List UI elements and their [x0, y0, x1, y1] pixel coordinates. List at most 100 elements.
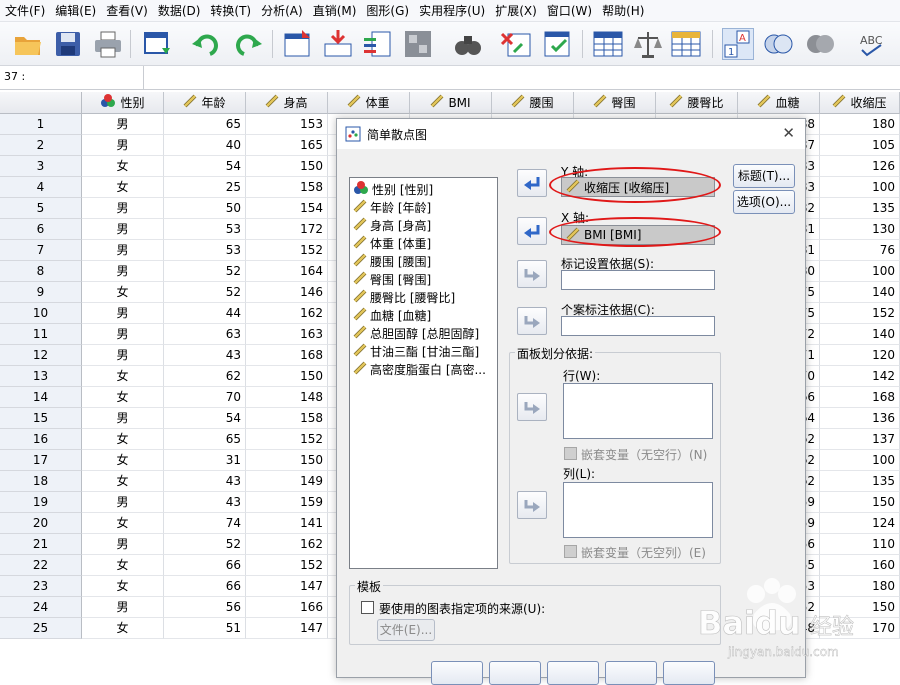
- menu-item[interactable]: 图形(G): [361, 2, 414, 19]
- options-button[interactable]: 选项(O)...: [733, 190, 795, 214]
- table-cell[interactable]: 男: [82, 345, 164, 366]
- column-header[interactable]: 性别: [82, 92, 164, 114]
- table-cell[interactable]: 154: [246, 198, 328, 219]
- variable-list-item[interactable]: 臀围 [臀围]: [353, 270, 494, 288]
- table-cell[interactable]: 男: [82, 114, 164, 135]
- columns-field[interactable]: [563, 482, 713, 538]
- table-cell[interactable]: 男: [82, 303, 164, 324]
- row-number[interactable]: 23: [0, 576, 82, 597]
- menu-item[interactable]: 数据(D): [153, 2, 206, 19]
- table-cell[interactable]: 152: [246, 555, 328, 576]
- split-file-icon[interactable]: [592, 28, 624, 60]
- undo-icon[interactable]: [190, 28, 222, 60]
- recall-dialog-icon[interactable]: [142, 28, 174, 60]
- table-cell[interactable]: 100: [820, 177, 900, 198]
- move-to-x-axis-button[interactable]: [517, 217, 547, 245]
- menu-item[interactable]: 实用程序(U): [414, 2, 490, 19]
- table-cell[interactable]: 140: [820, 324, 900, 345]
- row-number[interactable]: 6: [0, 219, 82, 240]
- row-number[interactable]: 12: [0, 345, 82, 366]
- row-number[interactable]: 19: [0, 492, 82, 513]
- table-cell[interactable]: 男: [82, 219, 164, 240]
- use-sets-icon[interactable]: [762, 28, 794, 60]
- table-cell[interactable]: 152: [820, 303, 900, 324]
- move-to-y-axis-button[interactable]: [517, 169, 547, 197]
- table-cell[interactable]: 147: [246, 618, 328, 639]
- cancel-button[interactable]: [605, 661, 657, 685]
- table-cell[interactable]: 163: [246, 324, 328, 345]
- table-cell[interactable]: 100: [820, 450, 900, 471]
- table-cell[interactable]: 女: [82, 471, 164, 492]
- row-number[interactable]: 20: [0, 513, 82, 534]
- variable-list-item[interactable]: 血糖 [血糖]: [353, 306, 494, 324]
- table-cell[interactable]: 166: [246, 597, 328, 618]
- save-icon[interactable]: [52, 28, 84, 60]
- column-header[interactable]: 体重: [328, 92, 410, 114]
- menu-item[interactable]: 帮助(H): [597, 2, 649, 19]
- column-header[interactable]: 腰臀比: [656, 92, 738, 114]
- menu-item[interactable]: 分析(A): [256, 2, 308, 19]
- table-cell[interactable]: 105: [820, 135, 900, 156]
- table-cell[interactable]: 女: [82, 177, 164, 198]
- table-cell[interactable]: 女: [82, 366, 164, 387]
- column-header[interactable]: 年龄: [164, 92, 246, 114]
- table-cell[interactable]: 168: [246, 345, 328, 366]
- goto-case-icon[interactable]: [282, 28, 314, 60]
- table-cell[interactable]: 130: [820, 219, 900, 240]
- spell-check-icon[interactable]: ABC: [858, 28, 890, 60]
- show-all-variables-icon[interactable]: [804, 28, 836, 60]
- source-variable-list[interactable]: 性别 [性别] 年龄 [年龄] 身高 [身高] 体重 [体重] 腰围 [腰围] 臀围 [臀…: [349, 177, 498, 569]
- table-cell[interactable]: 135: [820, 198, 900, 219]
- variable-list-item[interactable]: 年龄 [年龄]: [353, 198, 494, 216]
- row-number[interactable]: 5: [0, 198, 82, 219]
- row-number[interactable]: 24: [0, 597, 82, 618]
- row-number[interactable]: 13: [0, 366, 82, 387]
- template-checkbox[interactable]: [361, 601, 374, 614]
- variable-list-item[interactable]: 高密度脂蛋白 [高密...: [353, 360, 494, 378]
- table-cell[interactable]: 男: [82, 240, 164, 261]
- variable-list-item[interactable]: 甘油三酯 [甘油三酯]: [353, 342, 494, 360]
- table-cell[interactable]: 56: [164, 597, 246, 618]
- find-icon[interactable]: [452, 28, 484, 60]
- value-labels-icon[interactable]: A1: [722, 28, 754, 60]
- variable-list-item[interactable]: 体重 [体重]: [353, 234, 494, 252]
- table-cell[interactable]: 168: [820, 387, 900, 408]
- table-cell[interactable]: 65: [164, 114, 246, 135]
- table-cell[interactable]: 男: [82, 534, 164, 555]
- table-cell[interactable]: 170: [820, 618, 900, 639]
- row-number[interactable]: 17: [0, 450, 82, 471]
- variable-list-item[interactable]: 身高 [身高]: [353, 216, 494, 234]
- table-cell[interactable]: 女: [82, 156, 164, 177]
- table-cell[interactable]: 140: [820, 282, 900, 303]
- row-number[interactable]: 7: [0, 240, 82, 261]
- table-cell[interactable]: 43: [164, 345, 246, 366]
- menu-item[interactable]: 编辑(E): [50, 2, 101, 19]
- variable-list-item[interactable]: 腰臀比 [腰臀比]: [353, 288, 494, 306]
- table-cell[interactable]: 52: [164, 282, 246, 303]
- table-cell[interactable]: 135: [820, 471, 900, 492]
- menu-item[interactable]: 窗口(W): [542, 2, 597, 19]
- variable-list-item[interactable]: 腰围 [腰围]: [353, 252, 494, 270]
- table-cell[interactable]: 31: [164, 450, 246, 471]
- table-cell[interactable]: 147: [246, 576, 328, 597]
- table-cell[interactable]: 40: [164, 135, 246, 156]
- table-cell[interactable]: 男: [82, 324, 164, 345]
- table-cell[interactable]: 172: [246, 219, 328, 240]
- table-cell[interactable]: 女: [82, 387, 164, 408]
- variable-list-item[interactable]: 性别 [性别]: [353, 180, 494, 198]
- menu-item[interactable]: 扩展(X): [490, 2, 542, 19]
- row-number[interactable]: 10: [0, 303, 82, 324]
- column-header[interactable]: 腰围: [492, 92, 574, 114]
- table-cell[interactable]: 男: [82, 408, 164, 429]
- table-cell[interactable]: 110: [820, 534, 900, 555]
- open-folder-icon[interactable]: [12, 28, 44, 60]
- table-cell[interactable]: 女: [82, 555, 164, 576]
- goto-variable-icon[interactable]: [322, 28, 354, 60]
- menu-item[interactable]: 直销(M): [308, 2, 362, 19]
- reset-button[interactable]: [547, 661, 599, 685]
- column-header[interactable]: 收缩压: [820, 92, 900, 114]
- case-label-field[interactable]: [561, 316, 715, 336]
- table-cell[interactable]: 女: [82, 513, 164, 534]
- table-cell[interactable]: 女: [82, 576, 164, 597]
- select-cases-icon[interactable]: [670, 28, 702, 60]
